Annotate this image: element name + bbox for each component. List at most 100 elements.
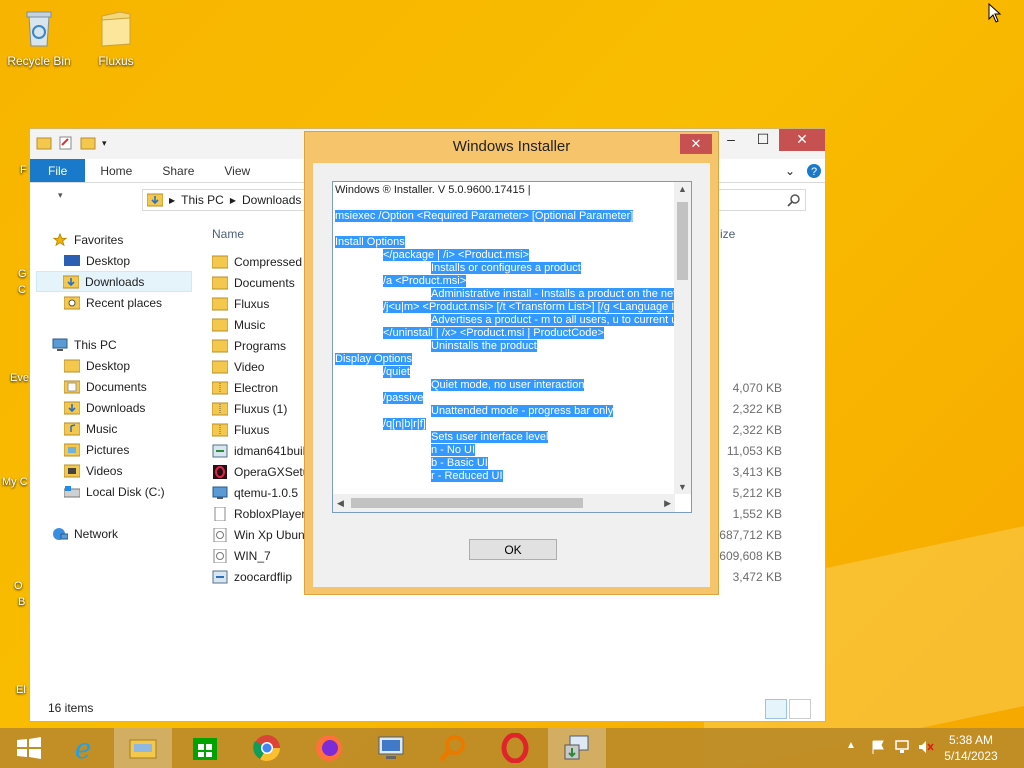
clock-date: 5/14/2023 [944, 749, 998, 763]
usage-text-segment: Administrative install - Installs a prod… [431, 288, 675, 300]
desktop-partial-label: Eve [10, 372, 29, 384]
file-name: OperaGXSetup [234, 464, 304, 479]
file-name: Compressed [234, 254, 303, 269]
file-name: idman641buil [234, 443, 304, 458]
recent-locations-icon[interactable]: ▾ [58, 190, 63, 201]
properties-icon[interactable] [58, 135, 74, 151]
nav-pc-documents[interactable]: Documents [64, 376, 222, 397]
store-icon [193, 738, 217, 760]
tab-share[interactable]: Share [147, 159, 209, 182]
show-hidden-icons-icon[interactable]: ▲ [846, 740, 862, 754]
file-name: Documents [234, 275, 295, 290]
taskbar-file-explorer[interactable] [114, 728, 172, 768]
breadcrumb-downloads[interactable]: Downloads [242, 193, 301, 207]
opera-gx-icon [213, 464, 227, 479]
nav-label: Downloads [85, 274, 145, 289]
expand-ribbon-icon[interactable]: ⌄ [785, 159, 803, 182]
close-button[interactable]: ✕ [779, 129, 825, 151]
help-button[interactable]: ? [803, 159, 825, 182]
nav-favorites[interactable]: Favorites [52, 229, 210, 250]
dialog-close-button[interactable]: ✕ [680, 134, 712, 154]
taskbar-opera[interactable] [486, 728, 544, 768]
dialog-title: Windows Installer [452, 138, 571, 155]
breadcrumb-this-pc[interactable]: This PC [181, 193, 224, 207]
maximize-button[interactable]: ☐ [747, 129, 779, 151]
svg-text:e: e [75, 733, 92, 763]
network-tray-icon[interactable] [894, 740, 910, 754]
scroll-left-icon[interactable]: ◀ [337, 498, 344, 509]
large-icons-view-button[interactable] [789, 699, 811, 719]
scroll-up-icon[interactable]: ▲ [678, 184, 687, 194]
volume-muted-icon[interactable] [918, 740, 934, 754]
tab-home[interactable]: Home [85, 159, 147, 182]
usage-text-segment: /quiet [383, 366, 410, 378]
nav-this-pc[interactable]: This PC [52, 334, 210, 355]
folder-icon [212, 276, 228, 289]
usage-text-line: b - Basic UI [335, 457, 675, 470]
qat-dropdown-icon[interactable]: ▾ [102, 138, 107, 149]
file-name: WIN_7 [234, 548, 271, 563]
taskbar-firefox[interactable] [300, 728, 358, 768]
usage-text-line: /passive [335, 392, 675, 405]
desktop-icon-recycle-bin[interactable]: Recycle Bin [0, 6, 78, 68]
usage-text-line: msiexec /Option <Required Parameter> [Op… [335, 210, 675, 223]
scroll-down-icon[interactable]: ▼ [678, 482, 687, 492]
nav-pc-downloads[interactable]: Downloads [64, 397, 222, 418]
desktop-icon-fluxus[interactable]: Fluxus [77, 6, 155, 68]
usage-text-line: /a <Product.msi> [335, 275, 675, 288]
desktop-partial-label: G [18, 268, 27, 280]
usage-text-line: Sets user interface level [335, 431, 675, 444]
recycle-bin-icon [26, 11, 52, 47]
taskbar-store[interactable] [176, 728, 234, 768]
nav-pc-local-disk[interactable]: Local Disk (C:) [64, 481, 222, 502]
column-header-name[interactable]: Name [212, 227, 244, 241]
new-folder-icon[interactable] [80, 135, 96, 151]
ok-button[interactable]: OK [469, 539, 557, 560]
nav-pc-music[interactable]: Music [64, 418, 222, 439]
usage-text-box[interactable]: Windows ® Installer. V 5.0.9600.17415 | m… [332, 181, 692, 513]
nav-pc-desktop[interactable]: Desktop [64, 355, 222, 376]
taskbar-remote-desktop[interactable] [362, 728, 420, 768]
vertical-scroll-thumb[interactable] [677, 202, 688, 280]
scroll-right-icon[interactable]: ▶ [664, 498, 671, 509]
details-view-button[interactable] [765, 699, 787, 719]
nav-label: Downloads [86, 400, 146, 415]
view-toggle [765, 699, 811, 719]
taskbar-chrome[interactable] [238, 728, 296, 768]
nav-favorites-downloads[interactable]: Downloads [36, 271, 192, 292]
taskbar-search-magnifier[interactable] [424, 728, 482, 768]
taskbar-clock[interactable]: 5:38 AM 5/14/2023 [940, 732, 1002, 764]
column-header-size[interactable]: ize [720, 227, 735, 241]
windows-installer-dialog[interactable]: Windows Installer ✕ Windows ® Installer.… [304, 131, 719, 595]
file-name: Programs [234, 338, 287, 353]
horizontal-scrollbar[interactable]: ◀ ▶ [333, 494, 675, 512]
taskbar-windows-installer[interactable] [548, 728, 606, 768]
nav-favorites-recent-places[interactable]: Recent places [64, 292, 222, 313]
quick-access-toolbar: ▾ [36, 135, 107, 151]
usage-text-segment: Display Options [335, 353, 413, 365]
usage-text-segment: Advertises a product - m to all users, u… [431, 314, 675, 326]
horizontal-scroll-thumb[interactable] [351, 498, 583, 508]
start-button[interactable] [0, 728, 58, 768]
tab-view[interactable]: View [209, 159, 265, 182]
nav-network[interactable]: Network [52, 523, 210, 544]
vertical-scrollbar[interactable]: ▲ ▼ [674, 182, 691, 494]
desktop-partial-label: B [18, 596, 26, 608]
taskbar-internet-explorer[interactable]: e [54, 728, 112, 768]
address-bar[interactable]: ▶ This PC ▶ Downloads [142, 189, 312, 211]
tab-file[interactable]: File [30, 159, 86, 182]
zip-folder-icon [212, 381, 228, 394]
nav-pc-videos[interactable]: Videos [64, 460, 222, 481]
navigation-pane: Favorites Desktop Downloads Recent place… [30, 219, 192, 697]
usage-text-line: Quiet mode, no user interaction [335, 379, 675, 392]
minimize-button[interactable]: – [715, 129, 747, 151]
usage-text-segment: Installs or configures a product [431, 262, 581, 274]
help-icon: ? [807, 163, 821, 178]
nav-favorites-desktop[interactable]: Desktop [64, 250, 222, 271]
desktop-partial-label: El [16, 684, 26, 696]
system-tray: ▲ [846, 740, 934, 754]
nav-pc-pictures[interactable]: Pictures [64, 439, 222, 460]
action-center-flag-icon[interactable] [870, 740, 886, 754]
usage-text-segment: Quiet mode, no user interaction [431, 379, 585, 391]
search-input[interactable] [710, 189, 806, 211]
